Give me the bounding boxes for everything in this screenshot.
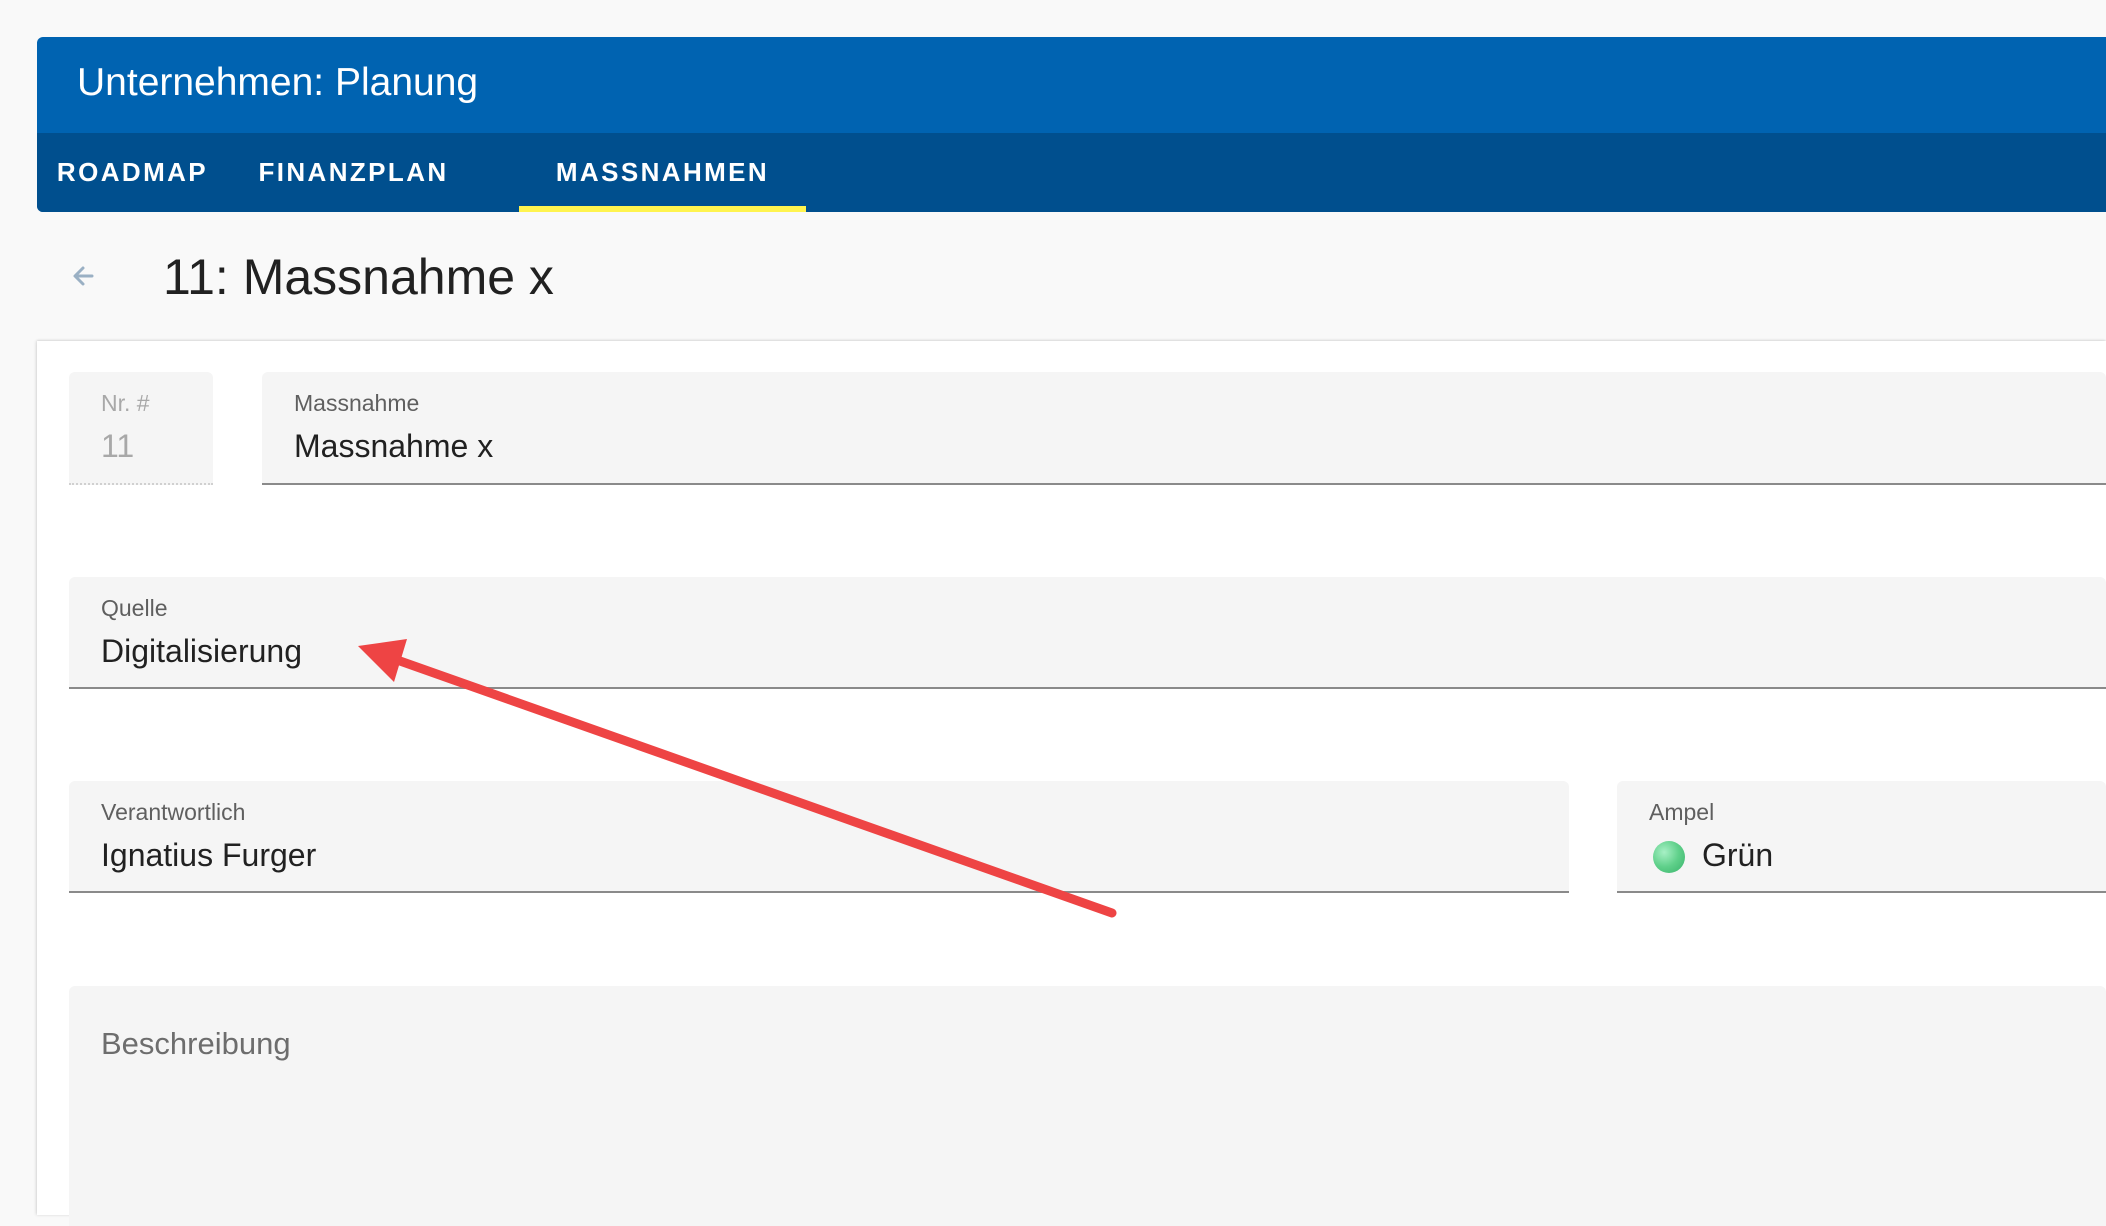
tab-finanzplan[interactable]: FINANZPLAN [254,133,453,212]
active-tab-indicator [519,206,806,212]
app-header: Unternehmen: Planung ROADMAP FINANZPLAN … [37,37,2106,212]
quelle-field[interactable]: Quelle Digitalisierung [69,577,2106,689]
quelle-value: Digitalisierung [101,633,302,669]
beschreibung-label: Beschreibung [101,1026,291,1061]
beschreibung-field[interactable]: Beschreibung [69,986,2106,1226]
form-card: Nr. # 11 Massnahme Massnahme x Quelle Di… [37,341,2106,1226]
massnahme-label: Massnahme [294,390,420,416]
verantwortlich-field[interactable]: Verantwortlich Ignatius Furger [69,781,1569,893]
massnahme-value: Massnahme x [294,428,494,464]
page-title: 11: Massnahme x [163,249,554,305]
green-status-dot-icon [1653,841,1685,873]
arrow-left-icon [73,266,94,286]
verantwortlich-value: Ignatius Furger [101,837,317,873]
nr-value: 11 [101,428,135,464]
tab-bar: ROADMAP FINANZPLAN MASSNAHMEN [37,133,2106,212]
tab-massnahmen[interactable]: MASSNAHMEN [519,133,806,212]
app-title: Unternehmen: Planung [77,61,479,104]
ampel-value: Grün [1702,837,1774,873]
verantwortlich-label: Verantwortlich [101,799,246,825]
nr-label: Nr. # [101,390,150,416]
nr-field: Nr. # 11 [69,372,213,485]
ampel-field[interactable]: Ampel Grün [1617,781,2106,893]
massnahme-field[interactable]: Massnahme Massnahme x [262,372,2106,485]
back-button[interactable] [66,256,106,296]
quelle-label: Quelle [101,595,168,621]
ampel-label: Ampel [1649,799,1715,825]
tab-roadmap[interactable]: ROADMAP [55,133,210,212]
